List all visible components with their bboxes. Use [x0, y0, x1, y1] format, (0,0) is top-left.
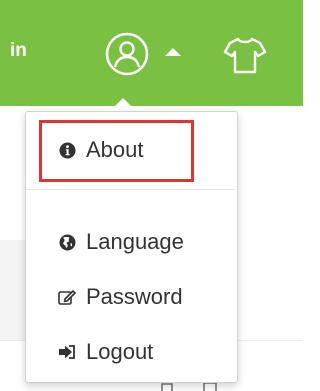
user-menu-button[interactable]: [104, 31, 150, 77]
navbar-partial-text: in: [10, 40, 27, 61]
menu-item-logout[interactable]: Logout: [58, 334, 238, 370]
menu-item-password[interactable]: Password: [58, 279, 238, 315]
menu-item-label: Password: [86, 284, 183, 309]
caret-up-icon[interactable]: [162, 45, 184, 59]
top-navbar: in: [0, 0, 303, 106]
tshirt-button[interactable]: [222, 34, 268, 76]
tshirt-icon: [223, 37, 267, 74]
menu-item-language[interactable]: Language: [58, 224, 238, 260]
sign-out-icon: [58, 343, 76, 361]
edit-icon: [58, 288, 76, 306]
menu-divider: [26, 189, 235, 190]
page-background-panel: [0, 240, 26, 340]
user-circle-icon: [105, 32, 149, 76]
menu-item-label: Logout: [86, 339, 154, 364]
globe-icon: [58, 233, 76, 251]
highlight-box: [39, 120, 194, 182]
menu-item-label: Language: [86, 229, 184, 254]
